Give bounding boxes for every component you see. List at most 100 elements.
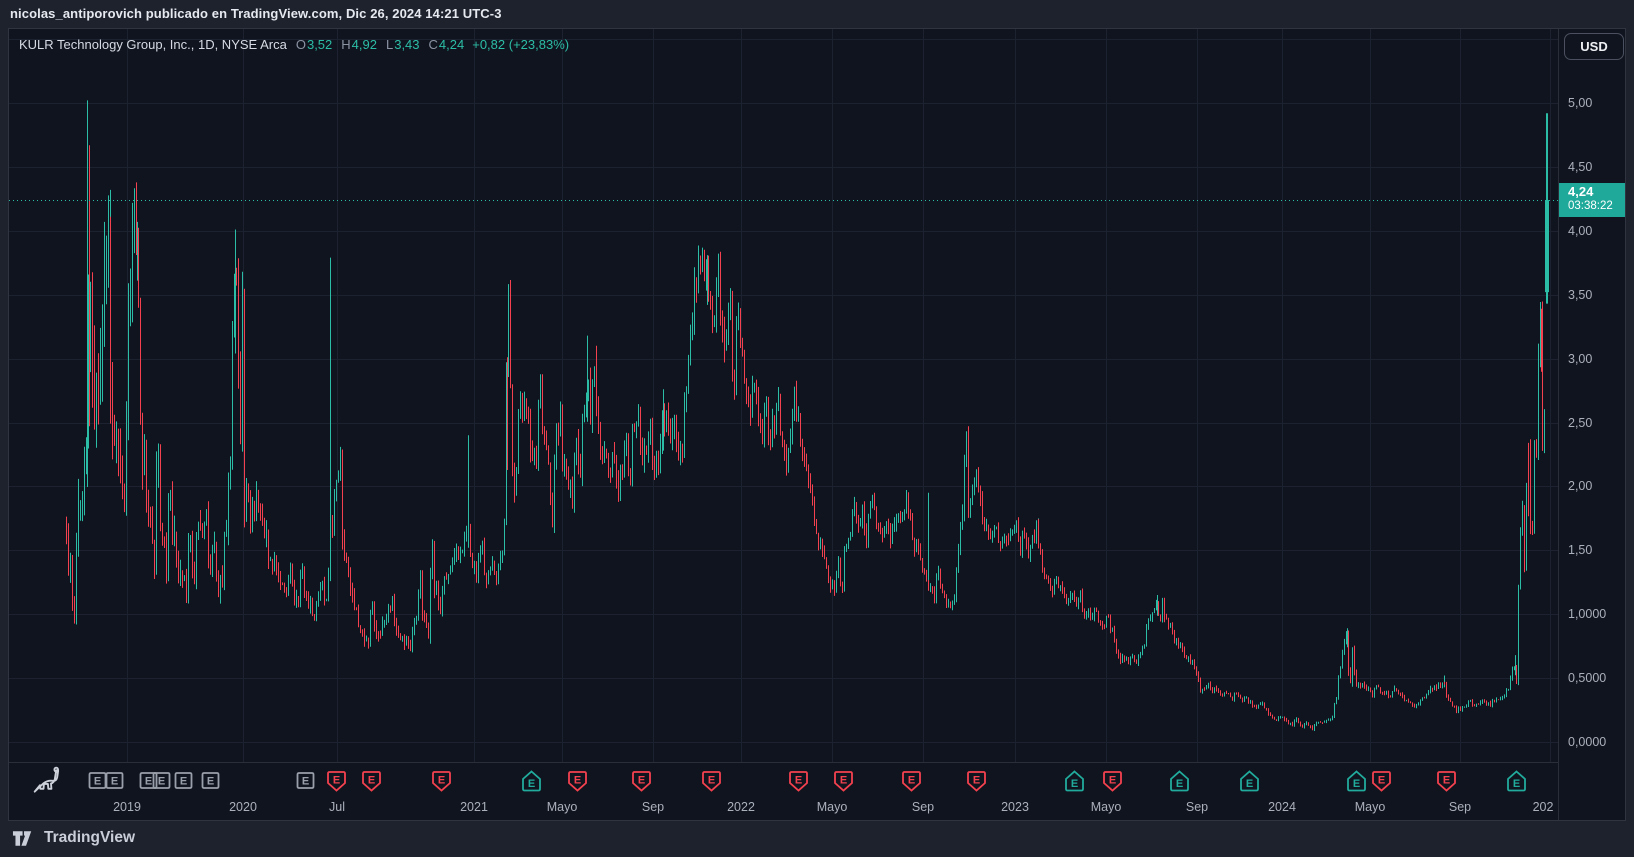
- tradingview-brand-label: TradingView: [44, 829, 135, 847]
- earnings-icon-miss[interactable]: E: [1436, 770, 1457, 793]
- svg-text:E: E: [1176, 778, 1183, 790]
- svg-text:E: E: [1513, 778, 1520, 790]
- grid-lines: [9, 29, 1558, 762]
- time-axis-label: 2019: [92, 800, 162, 814]
- earnings-icon-beat[interactable]: E: [1239, 770, 1260, 793]
- symbol-legend[interactable]: KULR Technology Group, Inc., 1D, NYSE Ar…: [19, 37, 569, 52]
- svg-text:E: E: [438, 775, 445, 787]
- earnings-icon-miss[interactable]: E: [833, 770, 854, 793]
- price-axis-separator: [1558, 29, 1559, 820]
- tradingview-logo-icon: [12, 830, 37, 847]
- price-axis-label: 4,00: [1568, 223, 1592, 239]
- earnings-icon-miss[interactable]: E: [631, 770, 652, 793]
- current-price-value: 4,24: [1568, 183, 1625, 200]
- close-label: C: [429, 37, 438, 52]
- price-axis-label: 0,5000: [1568, 670, 1606, 686]
- earnings-icon-miss[interactable]: E: [1102, 770, 1123, 793]
- bar-countdown: 03:38:22: [1568, 200, 1625, 213]
- time-axis-label: Sep: [888, 800, 958, 814]
- svg-text:E: E: [94, 776, 101, 788]
- svg-text:E: E: [207, 776, 214, 788]
- earnings-icon-beat[interactable]: E: [1169, 770, 1190, 793]
- time-axis-label: 202: [1508, 800, 1558, 814]
- price-axis-label: 3,50: [1568, 287, 1592, 303]
- svg-text:E: E: [574, 775, 581, 787]
- earnings-icon-flat[interactable]: E: [104, 770, 125, 793]
- time-axis-label: 2022: [706, 800, 776, 814]
- close-value: 4,24: [439, 37, 464, 52]
- svg-text:E: E: [302, 776, 309, 788]
- time-axis-label: Mayo: [797, 800, 867, 814]
- earnings-icon-miss[interactable]: E: [788, 770, 809, 793]
- svg-text:E: E: [1443, 775, 1450, 787]
- earnings-icon-miss[interactable]: E: [567, 770, 588, 793]
- svg-text:E: E: [795, 775, 802, 787]
- svg-text:E: E: [368, 775, 375, 787]
- svg-text:E: E: [1071, 778, 1078, 790]
- earnings-icon-miss[interactable]: E: [431, 770, 452, 793]
- time-axis[interactable]: 20192020Jul2021MayoSep2022MayoSep2023May…: [9, 762, 1558, 819]
- earnings-icon-flat[interactable]: E: [151, 770, 172, 793]
- earnings-icon-miss[interactable]: E: [701, 770, 722, 793]
- svg-text:E: E: [1109, 775, 1116, 787]
- time-axis-label: Mayo: [1071, 800, 1141, 814]
- price-axis-label: 2,00: [1568, 478, 1592, 494]
- svg-text:E: E: [528, 778, 535, 790]
- svg-text:E: E: [180, 776, 187, 788]
- symbol-title: KULR Technology Group, Inc., 1D, NYSE Ar…: [19, 37, 287, 52]
- price-axis-label: 4,50: [1568, 159, 1592, 175]
- high-label: H: [341, 37, 350, 52]
- current-price-badge: 4,24 03:38:22: [1559, 183, 1625, 217]
- tradingview-brand-link[interactable]: TradingView: [12, 829, 135, 847]
- earnings-icon-flat[interactable]: E: [173, 770, 194, 793]
- open-label: O: [296, 37, 306, 52]
- earnings-icon-miss[interactable]: E: [1371, 770, 1392, 793]
- time-axis-label: Jul: [302, 800, 372, 814]
- earnings-icon-beat[interactable]: E: [1346, 770, 1367, 793]
- price-axis-label: 5,00: [1568, 95, 1592, 111]
- svg-text:E: E: [1378, 775, 1385, 787]
- svg-text:E: E: [908, 775, 915, 787]
- time-axis-label: Sep: [618, 800, 688, 814]
- low-value: 3,43: [394, 37, 419, 52]
- svg-text:E: E: [1246, 778, 1253, 790]
- price-axis-label: 1,50: [1568, 542, 1592, 558]
- time-axis-label: Sep: [1425, 800, 1495, 814]
- open-value: 3,52: [307, 37, 332, 52]
- svg-text:E: E: [111, 776, 118, 788]
- tradingview-snapshot-page: nicolas_antiporovich publicado en Tradin…: [0, 0, 1634, 857]
- earnings-icon-beat[interactable]: E: [1064, 770, 1085, 793]
- time-axis-label: Sep: [1162, 800, 1232, 814]
- svg-text:E: E: [708, 775, 715, 787]
- dino-icon[interactable]: [31, 763, 67, 796]
- time-axis-label: 2024: [1247, 800, 1317, 814]
- earnings-icon-miss[interactable]: E: [901, 770, 922, 793]
- time-axis-label: Mayo: [527, 800, 597, 814]
- chart-widget: KULR Technology Group, Inc., 1D, NYSE Ar…: [8, 28, 1626, 821]
- time-axis-label: 2020: [208, 800, 278, 814]
- price-axis-label: 2,50: [1568, 415, 1592, 431]
- earnings-icon-miss[interactable]: E: [966, 770, 987, 793]
- earnings-icon-flat[interactable]: E: [295, 770, 316, 793]
- published-by-header: nicolas_antiporovich publicado en Tradin…: [10, 6, 502, 21]
- price-axis-label: 3,00: [1568, 351, 1592, 367]
- svg-text:E: E: [840, 775, 847, 787]
- earnings-icon-miss[interactable]: E: [361, 770, 382, 793]
- change-value: +0,82 (+23,83%): [472, 37, 569, 52]
- time-axis-label: Mayo: [1335, 800, 1405, 814]
- svg-text:E: E: [638, 775, 645, 787]
- candlestick-chart[interactable]: [9, 29, 1558, 762]
- earnings-icon-miss[interactable]: E: [326, 770, 347, 793]
- earnings-icon-flat[interactable]: E: [200, 770, 221, 793]
- earnings-icon-beat[interactable]: E: [521, 770, 542, 793]
- price-axis-label: 0,0000: [1568, 734, 1606, 750]
- down-candles: [67, 145, 1543, 730]
- up-candles: [71, 100, 1545, 731]
- price-axis[interactable]: 4,24 03:38:22 5,00 4,50 4,00 3,50 3,00 2,50 2,…: [1559, 29, 1625, 762]
- time-axis-label: 2021: [439, 800, 509, 814]
- low-label: L: [386, 37, 393, 52]
- price-axis-label: 1,0000: [1568, 606, 1606, 622]
- svg-text:E: E: [1353, 778, 1360, 790]
- svg-text:E: E: [333, 775, 340, 787]
- earnings-icon-beat[interactable]: E: [1506, 770, 1527, 793]
